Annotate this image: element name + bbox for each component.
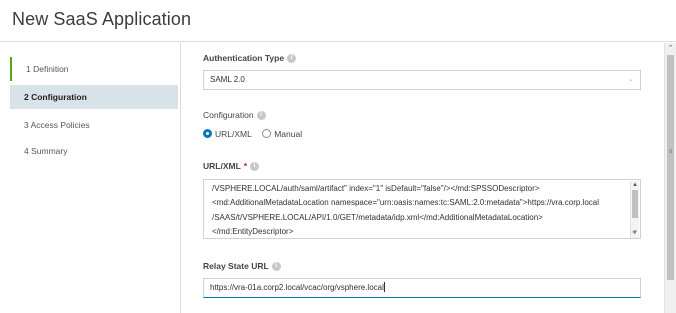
required-marker: * (243, 161, 248, 171)
radio-indicator (262, 129, 272, 138)
grip-icon: ≡ (668, 149, 673, 155)
scrollbar-thumb[interactable] (632, 190, 638, 218)
info-icon[interactable]: i (256, 111, 266, 121)
chevron-down-icon: ⌄ (628, 76, 634, 83)
resize-handle-icon[interactable]: ≑ (631, 229, 639, 237)
textarea-line: /VSPHERE.LOCAL/auth/saml/artifact" index… (212, 184, 540, 193)
step-configuration[interactable]: 2 Configuration (10, 85, 178, 109)
scroll-up-icon[interactable]: ▲ (631, 181, 639, 189)
step-label: 3 Access Policies (24, 120, 90, 130)
info-icon[interactable]: i (250, 162, 260, 172)
step-access-policies[interactable]: 3 Access Policies (10, 113, 178, 137)
step-summary[interactable]: 4 Summary (10, 139, 178, 163)
url-xml-textarea[interactable]: /VSPHERE.LOCAL/auth/saml/artifact" index… (203, 179, 641, 239)
radio-manual[interactable]: Manual (262, 129, 302, 139)
radio-label: Manual (274, 129, 303, 139)
auth-type-value: SAML 2.0 (210, 75, 245, 84)
info-icon[interactable]: i (287, 54, 297, 64)
auth-type-select[interactable]: SAML 2.0 ⌄ (203, 70, 641, 90)
wizard-header: New SaaS Application (0, 0, 676, 42)
step-definition[interactable]: 1 Definition (10, 57, 178, 81)
relay-state-label: Relay State URL i (203, 261, 281, 272)
textarea-line: /SAAS/t/VSPHERE.LOCAL/API/1.0/GET/metada… (212, 212, 543, 222)
radio-selected-indicator (203, 129, 212, 138)
page-scrollbar[interactable]: ⌃ ≡ (664, 43, 676, 313)
configuration-radio-group: URL/XML Manual (203, 129, 310, 141)
new-saas-application-wizard: New SaaS Application 1 Definition 2 Conf… (0, 0, 676, 313)
relay-state-value: https://vra-01a.corp2.local/vcac/org/vsp… (210, 283, 384, 292)
configuration-form: Authentication Type i SAML 2.0 ⌄ Configur… (181, 43, 664, 313)
url-xml-label: URL/XML * i (203, 161, 260, 172)
scrollbar-thumb[interactable] (667, 55, 674, 280)
info-icon[interactable]: i (271, 262, 281, 272)
textarea-line: <md:AdditionalMetadataLocation namespace… (212, 198, 600, 208)
radio-label: URL/XML (215, 129, 252, 139)
wizard-steps-sidebar: 1 Definition 2 Configuration 3 Access Po… (0, 43, 180, 313)
scroll-up-icon[interactable]: ⌃ (665, 43, 676, 54)
page-title: New SaaS Application (12, 9, 192, 29)
radio-url-xml[interactable]: URL/XML (203, 129, 252, 139)
step-label: 2 Configuration (24, 92, 87, 102)
textarea-line: </md:EntityDescriptor> (212, 226, 294, 236)
relay-state-input[interactable]: https://vra-01a.corp2.local/vcac/org/vsp… (203, 278, 641, 298)
text-caret (383, 282, 385, 292)
configuration-label: Configuration i (203, 110, 266, 121)
step-label: 1 Definition (26, 64, 69, 74)
auth-type-label: Authentication Type i (203, 53, 297, 64)
step-label: 4 Summary (24, 146, 68, 156)
